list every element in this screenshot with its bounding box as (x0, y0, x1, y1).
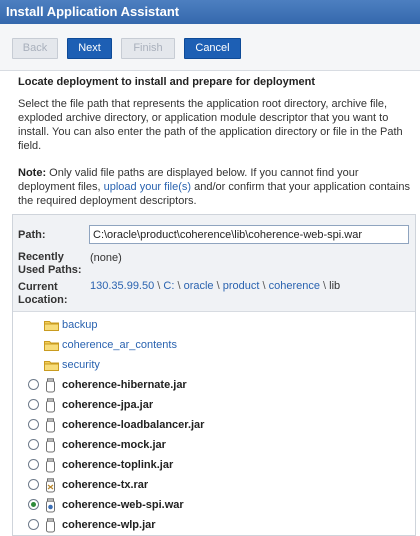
breadcrumb-separator: \ (174, 280, 184, 292)
breadcrumb-separator: \ (319, 280, 330, 292)
folder-icon (44, 361, 59, 371)
file-name: coherence-web-spi.war (62, 499, 184, 511)
file-radio[interactable] (28, 459, 39, 470)
note-label: Note: (18, 167, 47, 179)
file-radio[interactable] (28, 439, 39, 450)
section-heading: Locate deployment to install and prepare… (18, 76, 316, 88)
file-radio[interactable] (28, 399, 39, 410)
folder-link[interactable]: backup (62, 319, 97, 331)
file-row[interactable]: coherence-jpa.jar (13, 396, 415, 416)
file-name: coherence-wlp.jar (62, 519, 156, 531)
jar-icon (46, 398, 55, 413)
toolbar: Back Next Finish Cancel (0, 24, 420, 71)
file-radio-selected[interactable] (28, 499, 39, 510)
breadcrumb: 130.35.99.50 \ C: \ oracle \ product \ c… (90, 280, 340, 292)
file-row[interactable]: coherence-mock.jar (13, 436, 415, 456)
description-text: Select the file path that represents the… (18, 98, 403, 152)
current-location-label-line-2: Location: (18, 294, 68, 306)
recent-paths-label-line-1: Recently (18, 251, 64, 263)
jar-icon (46, 378, 55, 393)
file-name: coherence-mock.jar (62, 439, 166, 451)
note-text: Note: Only valid file paths are displaye… (18, 166, 410, 208)
recent-paths-label-line-2: Used Paths: (18, 264, 82, 276)
file-name: coherence-jpa.jar (62, 399, 154, 411)
finish-button[interactable]: Finish (121, 38, 175, 59)
path-info-area: Path: Recently Used Paths: (none) Curren… (13, 215, 415, 312)
jar-icon (46, 438, 55, 453)
breadcrumb-item: lib (329, 280, 341, 292)
file-radio[interactable] (28, 479, 39, 490)
current-location-label-line-1: Current (18, 281, 58, 293)
current-location-label: Current Location: (18, 281, 68, 307)
breadcrumb-item[interactable]: C: (163, 280, 174, 292)
breadcrumb-item[interactable]: product (223, 280, 260, 292)
cancel-button[interactable]: Cancel (184, 38, 241, 59)
path-label: Path: (18, 229, 46, 241)
file-name: coherence-tx.rar (62, 479, 149, 491)
jar-icon (46, 418, 55, 433)
folder-row[interactable]: backup (13, 316, 415, 336)
next-button[interactable]: Next (67, 38, 112, 59)
folder-row[interactable]: security (13, 356, 415, 376)
folder-link[interactable]: security (62, 359, 100, 371)
recent-paths-value: (none) (90, 252, 122, 264)
breadcrumb-separator: \ (213, 280, 223, 292)
rar-icon (46, 478, 55, 493)
file-row[interactable]: coherence-web-spi.war (13, 496, 415, 516)
file-radio[interactable] (28, 519, 39, 530)
breadcrumb-item[interactable]: 130.35.99.50 (90, 280, 154, 292)
jar-icon (46, 458, 55, 473)
back-button[interactable]: Back (12, 38, 58, 59)
file-row[interactable]: coherence-wlp.jar (13, 516, 415, 536)
folder-row[interactable]: coherence_ar_contents (13, 336, 415, 356)
window-title: Install Application Assistant (0, 0, 420, 24)
upload-files-link[interactable]: upload your file(s) (104, 181, 191, 193)
file-row[interactable]: coherence-loadbalancer.jar (13, 416, 415, 436)
folder-link[interactable]: coherence_ar_contents (62, 339, 177, 351)
recent-paths-label: Recently Used Paths: (18, 251, 82, 277)
file-name: coherence-hibernate.jar (62, 379, 187, 391)
file-row[interactable]: coherence-hibernate.jar (13, 376, 415, 396)
folder-icon (44, 321, 59, 331)
file-name: coherence-loadbalancer.jar (62, 419, 205, 431)
breadcrumb-item[interactable]: coherence (269, 280, 320, 292)
file-row[interactable]: coherence-tx.rar (13, 476, 415, 496)
file-browser-panel: Path: Recently Used Paths: (none) Curren… (12, 214, 416, 536)
path-input[interactable] (89, 225, 409, 244)
file-name: coherence-toplink.jar (62, 459, 174, 471)
breadcrumb-separator: \ (259, 280, 269, 292)
war-icon (46, 498, 55, 513)
file-radio[interactable] (28, 419, 39, 430)
folder-icon (44, 341, 59, 351)
file-row[interactable]: coherence-toplink.jar (13, 456, 415, 476)
breadcrumb-item[interactable]: oracle (184, 280, 214, 292)
file-radio[interactable] (28, 379, 39, 390)
